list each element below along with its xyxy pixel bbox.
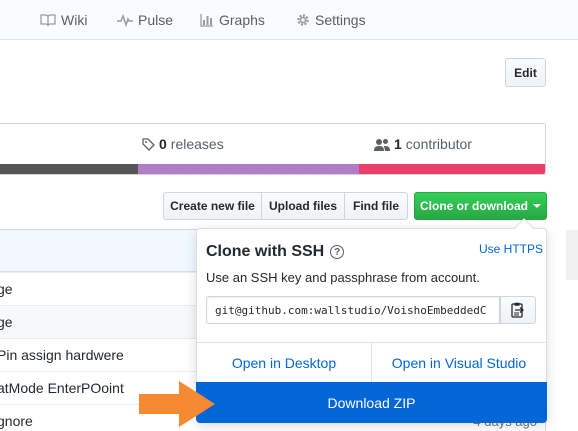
tab-settings[interactable]: Settings (296, 0, 366, 40)
graph-icon (200, 13, 214, 27)
releases-count: 0 (159, 136, 167, 152)
create-new-file-button[interactable]: Create new file (163, 192, 262, 220)
releases-link[interactable]: 0 releases (142, 136, 224, 152)
file-name[interactable]: ge (0, 281, 13, 297)
language-bar-segment-3 (359, 164, 545, 174)
tab-pulse[interactable]: Pulse (117, 0, 173, 40)
question-icon[interactable]: ? (330, 245, 345, 259)
contributors-link[interactable]: 1 contributor (374, 136, 472, 152)
use-https-link[interactable]: Use HTTPS (479, 242, 543, 256)
tab-settings-label: Settings (315, 12, 366, 28)
contributors-count: 1 (394, 136, 402, 152)
open-actions: Open in Desktop Open in Visual Studio (197, 342, 546, 382)
open-in-visual-studio-button[interactable]: Open in Visual Studio (371, 343, 546, 382)
edit-button[interactable]: Edit (505, 58, 546, 87)
clone-title-text: Clone with SSH (206, 243, 325, 260)
tag-icon (142, 137, 155, 151)
gear-icon (296, 13, 310, 27)
copy-to-clipboard-button[interactable] (500, 296, 536, 324)
book-icon (40, 13, 56, 27)
tab-wiki-label: Wiki (61, 12, 88, 28)
download-zip-button[interactable]: Download ZIP (196, 382, 547, 423)
clone-or-download-label: Clone or download (420, 199, 528, 213)
tab-graphs-label: Graphs (219, 12, 265, 28)
pulse-icon (117, 13, 133, 27)
popover-arrow (514, 218, 534, 238)
find-file-button[interactable]: Find file (344, 192, 408, 220)
language-bar-segment-1 (0, 164, 138, 174)
scrollbar[interactable] (566, 230, 578, 280)
file-name[interactable]: Pin assign hardwere (0, 347, 124, 363)
repo-nav: Wiki Pulse Graphs Settings (0, 0, 578, 40)
upload-files-button[interactable]: Upload files (261, 192, 345, 220)
language-bar-segment-2 (138, 164, 359, 174)
clone-description: Use an SSH key and passphrase from accou… (206, 270, 480, 285)
file-name[interactable]: atMode EnterPOoint (0, 380, 124, 396)
clone-popover: Clone with SSH ? Use HTTPS Use an SSH ke… (196, 218, 547, 423)
clone-url-input[interactable]: git@github.com:wallstudio/VoishoEmbedded… (206, 296, 500, 324)
caret-down-icon (533, 204, 541, 208)
file-name[interactable]: gnore (0, 413, 33, 429)
tab-wiki[interactable]: Wiki (40, 0, 87, 40)
people-icon (374, 138, 390, 151)
open-in-desktop-button[interactable]: Open in Desktop (197, 343, 371, 382)
releases-label: releases (170, 136, 224, 152)
clone-or-download-button[interactable]: Clone or download (414, 192, 547, 220)
clone-popover-title: Clone with SSH ? (206, 243, 345, 261)
language-bar[interactable] (0, 164, 545, 174)
clipboard-icon (511, 302, 525, 318)
orange-arrow-icon (139, 381, 215, 430)
tab-graphs[interactable]: Graphs (200, 0, 265, 40)
repo-summary: 0 releases 1 contributor (0, 123, 546, 175)
file-name[interactable]: ge (0, 314, 13, 330)
contributors-label: contributor (405, 136, 472, 152)
tab-pulse-label: Pulse (138, 12, 174, 28)
